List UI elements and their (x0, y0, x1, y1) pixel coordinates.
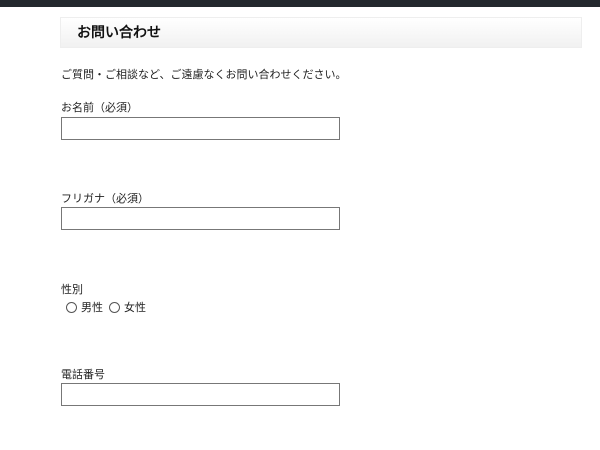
radio-male-label[interactable]: 男性 (81, 299, 103, 315)
radio-female-label[interactable]: 女性 (124, 299, 146, 315)
gender-label: 性別 (61, 283, 83, 296)
radio-female[interactable] (109, 301, 120, 313)
name-input[interactable] (61, 117, 340, 140)
furigana-input[interactable] (61, 207, 340, 230)
furigana-label: フリガナ（必須） (61, 192, 149, 205)
gender-radio-group: 男性 女性 (66, 299, 146, 315)
radio-male[interactable] (66, 301, 77, 313)
page-header: お問い合わせ (60, 17, 582, 48)
intro-text: ご質問・ご相談など、ご遠慮なくお問い合わせください。 (61, 68, 347, 81)
phone-label: 電話番号 (61, 368, 105, 381)
phone-input[interactable] (61, 383, 340, 406)
browser-top-bar (0, 0, 600, 7)
page-title: お問い合わせ (77, 25, 161, 41)
name-label: お名前（必須） (61, 101, 138, 114)
